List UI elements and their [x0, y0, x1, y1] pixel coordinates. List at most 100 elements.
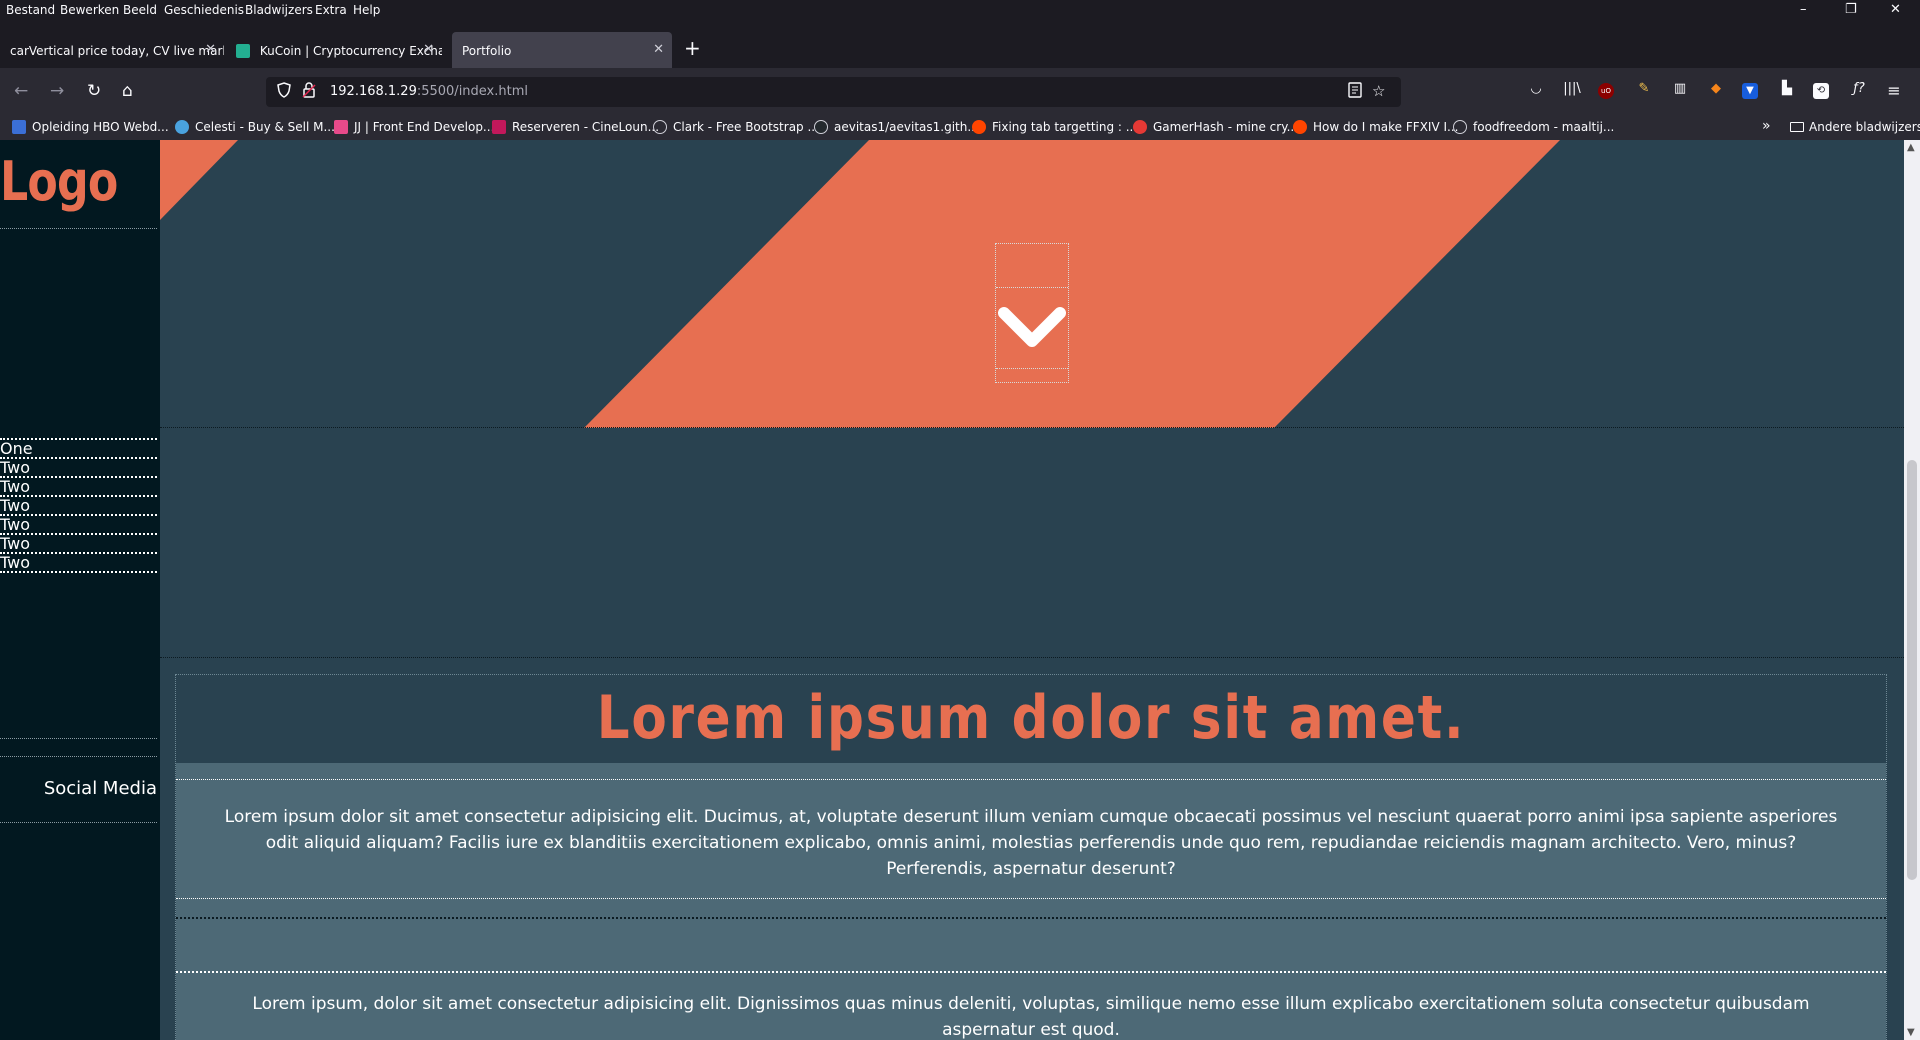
bookmark-item[interactable]: foodfreedom - maaltij...: [1453, 120, 1614, 134]
back-button[interactable]: ←: [14, 81, 28, 101]
bitwarden-icon[interactable]: ▼: [1742, 83, 1758, 99]
reload-button[interactable]: ↻: [87, 81, 101, 101]
scroll-down-inner: [996, 287, 1068, 369]
shield-icon[interactable]: [276, 82, 292, 102]
nav-link-two[interactable]: Two: [0, 459, 157, 478]
chevron-down-icon: [998, 307, 1066, 347]
text-panel: Lorem ipsum dolor sit amet consectetur a…: [176, 763, 1886, 1040]
lock-icon[interactable]: [302, 82, 316, 102]
close-icon[interactable]: ✕: [423, 42, 434, 57]
nav-link-two[interactable]: Two: [0, 554, 157, 573]
tab-title: carVertical price today, CV live mark: [10, 44, 224, 58]
parallelogram-shape: [584, 140, 1560, 428]
menu-bewerken[interactable]: Bewerken: [60, 3, 119, 17]
tab-title: Portfolio: [462, 44, 512, 58]
barcode-icon[interactable]: ▥: [1670, 81, 1690, 101]
globe-icon: [1453, 120, 1467, 134]
menu-geschiedenis[interactable]: Geschiedenis: [164, 3, 244, 17]
ublock-icon[interactable]: uO: [1598, 83, 1614, 99]
library-icon[interactable]: |||\: [1562, 81, 1582, 101]
bookmark-star-icon[interactable]: ☆: [1372, 82, 1385, 100]
scroll-down-arrow-icon[interactable]: ▼: [1907, 1027, 1915, 1038]
nav-link-two[interactable]: Two: [0, 535, 157, 554]
bookmark-favicon-icon: [175, 120, 189, 134]
bookmark-item[interactable]: Clark - Free Bootstrap ...: [653, 120, 819, 134]
menu-bladwijzers[interactable]: Bladwijzers: [245, 3, 313, 17]
close-icon[interactable]: ✕: [205, 42, 216, 57]
bookmark-item[interactable]: How do I make FFXIV I...: [1293, 120, 1458, 134]
divider: [0, 738, 157, 739]
kucoin-favicon-icon: [236, 44, 250, 58]
more-bookmarks-button[interactable]: »: [1762, 118, 1771, 134]
menu-help[interactable]: Help: [353, 3, 380, 17]
folder-icon: [1790, 122, 1804, 132]
bookmark-favicon-icon: [1133, 120, 1147, 134]
forward-button[interactable]: →: [50, 81, 64, 101]
scroll-down-button[interactable]: [995, 243, 1069, 383]
pocket-icon[interactable]: ◡: [1526, 81, 1546, 101]
bookmark-item[interactable]: aevitas1/aevitas1.gith...: [814, 120, 979, 134]
bookmark-item[interactable]: JJ | Front End Develop...: [334, 120, 494, 134]
tab-carvertical[interactable]: carVertical price today, CV live mark ✕: [0, 32, 224, 68]
social-media-section: Social Media: [0, 756, 157, 823]
minimize-button[interactable]: –: [1800, 2, 1807, 17]
new-tab-button[interactable]: +: [684, 36, 701, 60]
reddit-icon: [972, 120, 986, 134]
page-headline: Lorem ipsum dolor sit amet.: [596, 683, 1466, 753]
restore-button[interactable]: ❐: [1845, 2, 1857, 17]
close-window-button[interactable]: ✕: [1890, 2, 1901, 17]
bookmark-item[interactable]: Opleiding HBO Webd...: [12, 120, 169, 134]
main-content: Lorem ipsum dolor sit amet. Lorem ipsum …: [160, 140, 1904, 1040]
extension-badge-icon[interactable]: ✎: [1634, 81, 1654, 101]
nav-link-one[interactable]: One: [0, 440, 157, 459]
bookmark-favicon-icon: [12, 120, 26, 134]
menu-extra[interactable]: Extra: [315, 3, 347, 17]
divider: [160, 657, 1904, 658]
hero-section: [160, 140, 1904, 428]
nav-link-two[interactable]: Two: [0, 478, 157, 497]
tab-portfolio[interactable]: Portfolio ✕: [452, 32, 672, 68]
page-scrollbar[interactable]: ▲ ▼: [1904, 140, 1920, 1040]
divider: [160, 427, 1904, 428]
divider: [0, 228, 157, 229]
sidebar: Logo One Two Two Two Two Two Two Social …: [0, 140, 160, 1040]
menu-bestand[interactable]: Bestand: [6, 3, 55, 17]
menu-icon[interactable]: ≡: [1884, 81, 1904, 101]
sync-icon[interactable]: ⟲: [1813, 83, 1829, 99]
bookmarks-toolbar: Opleiding HBO Webd... Celesti - Buy & Se…: [0, 116, 1920, 140]
globe-icon: [653, 120, 667, 134]
page-viewport: Logo One Two Two Two Two Two Two Social …: [0, 140, 1920, 1040]
url-text[interactable]: 192.168.1.29:5500/index.html: [330, 84, 528, 99]
scrollbar-thumb[interactable]: [1907, 460, 1917, 880]
bookmark-item[interactable]: Fixing tab targetting : ...: [972, 120, 1137, 134]
menu-beeld[interactable]: Beeld: [123, 3, 157, 17]
menu-bar: Bestand Bewerken Beeld Geschiedenis Blad…: [0, 0, 1920, 22]
corner-shape: [160, 140, 238, 220]
paragraph: Lorem ipsum dolor sit amet consectetur a…: [176, 779, 1886, 899]
tab-kucoin[interactable]: KuCoin | Cryptocurrency Exchan ✕: [226, 32, 442, 68]
social-media-link[interactable]: Social Media: [44, 778, 157, 799]
bookmark-item[interactable]: Celesti - Buy & Sell M...: [175, 120, 335, 134]
sidebar-nav: One Two Two Two Two Two Two: [0, 438, 157, 573]
reddit-icon: [1293, 120, 1307, 134]
scroll-up-arrow-icon[interactable]: ▲: [1907, 142, 1915, 153]
github-icon: [814, 120, 828, 134]
nav-link-two[interactable]: Two: [0, 497, 157, 516]
reader-view-icon[interactable]: [1348, 82, 1362, 102]
bookmark-item[interactable]: GamerHash - mine cry...: [1133, 120, 1298, 134]
close-icon[interactable]: ✕: [653, 42, 664, 57]
site-logo[interactable]: Logo: [0, 150, 118, 213]
reader-extension-icon[interactable]: ▙: [1777, 81, 1797, 101]
navigation-toolbar: ← → ↻ ⌂ 192.168.1.29:5500/index.html ☆ ◡…: [0, 68, 1920, 116]
nav-link-two[interactable]: Two: [0, 516, 157, 535]
bookmark-favicon-icon: [492, 120, 506, 134]
formula-icon[interactable]: ƒ?: [1849, 81, 1869, 101]
metamask-icon[interactable]: ◆: [1706, 81, 1726, 101]
bookmark-item[interactable]: Reserveren - CineLoun...: [492, 120, 659, 134]
url-bar[interactable]: 192.168.1.29:5500/index.html ☆: [266, 77, 1401, 107]
paragraph: Lorem ipsum, dolor sit amet consectetur …: [252, 994, 1810, 1040]
home-button[interactable]: ⌂: [122, 81, 133, 101]
spacer-block: [176, 917, 1886, 973]
tab-strip: carVertical price today, CV live mark ✕ …: [0, 22, 1920, 68]
other-bookmarks-button[interactable]: Andere bladwijzers: [1790, 120, 1920, 134]
